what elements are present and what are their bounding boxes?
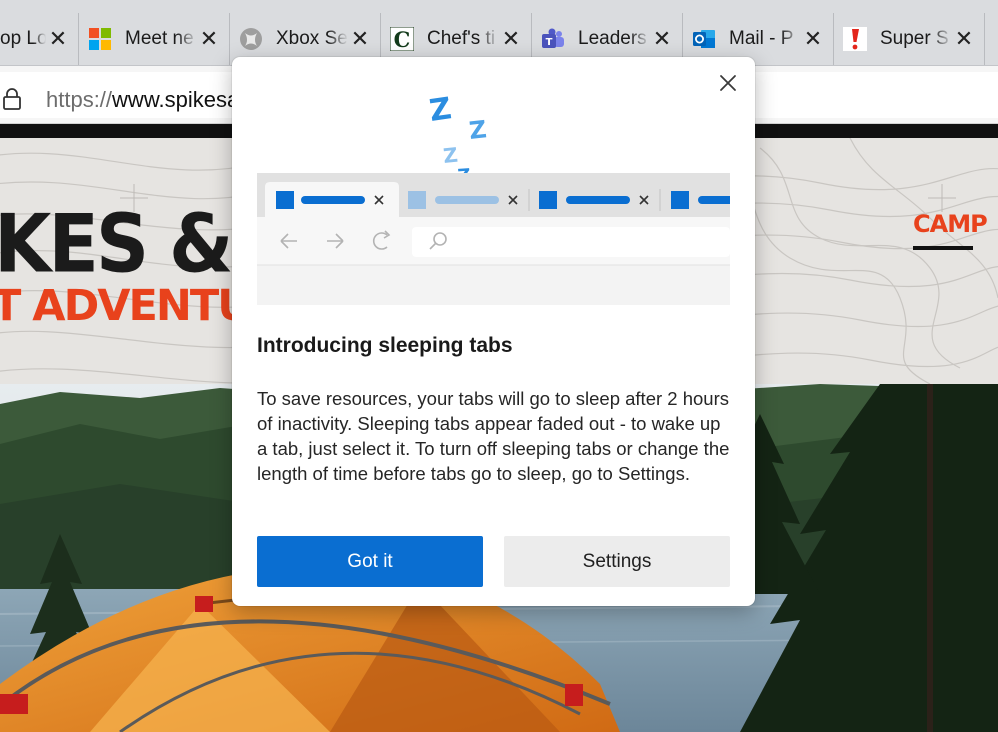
browser-tab[interactable]: Super S ✕ — [835, 13, 985, 65]
tab-title: Meet ne — [125, 28, 194, 49]
nav-active-underline — [913, 246, 973, 250]
tab-title: Super S — [880, 28, 949, 49]
dialog-title: Introducing sleeping tabs — [257, 334, 513, 357]
lock-icon[interactable] — [2, 88, 22, 110]
url-host: www.spikesa — [112, 87, 240, 112]
sleep-z-icon: Z — [442, 143, 459, 168]
tab-title: op Lo — [0, 28, 46, 49]
close-tab-icon[interactable]: ✕ — [499, 26, 523, 52]
svg-text:T: T — [546, 37, 553, 48]
xbox-logo-icon — [239, 27, 263, 51]
tab-title: Leaders — [578, 28, 647, 49]
dialog-description: To save resources, your tabs will go to … — [257, 388, 730, 484]
outlook-logo-icon — [692, 27, 716, 51]
c-letter-logo-icon: C — [390, 27, 414, 51]
browser-tab[interactable]: op Lo ✕ — [0, 13, 79, 65]
tab-title: Xbox Se — [276, 28, 348, 49]
close-tab-icon[interactable]: ✕ — [650, 26, 674, 52]
teams-logo-icon: T — [541, 27, 565, 51]
url-text: https://www.spikesa — [46, 87, 239, 113]
close-tab-icon[interactable]: ✕ — [952, 26, 976, 52]
close-tab-icon[interactable]: ✕ — [197, 26, 221, 52]
microsoft-logo-icon — [88, 27, 112, 51]
sleep-z-icon: Z — [427, 91, 453, 129]
sleep-z-icon: Z — [468, 115, 488, 145]
nav-link-camp[interactable]: CAMP — [913, 210, 988, 238]
sleeping-tabs-dialog: Z Z Z Z Introducing sleepi — [232, 57, 755, 606]
tab-title: Chef's ti — [427, 28, 496, 49]
tab-title: Mail - P — [729, 28, 794, 49]
url-scheme: https:// — [46, 87, 113, 112]
close-tab-icon[interactable]: ✕ — [46, 26, 70, 52]
close-tab-icon[interactable]: ✕ — [801, 26, 825, 52]
close-tab-icon[interactable]: ✕ — [348, 26, 372, 52]
sleeping-tabs-illustration: Z Z Z Z — [257, 91, 730, 305]
browser-tab[interactable]: Meet ne ✕ — [80, 13, 230, 65]
svg-text:C: C — [394, 27, 411, 51]
settings-button[interactable]: Settings — [504, 536, 730, 587]
exclamation-logo-icon — [843, 27, 867, 51]
got-it-button[interactable]: Got it — [257, 536, 483, 587]
